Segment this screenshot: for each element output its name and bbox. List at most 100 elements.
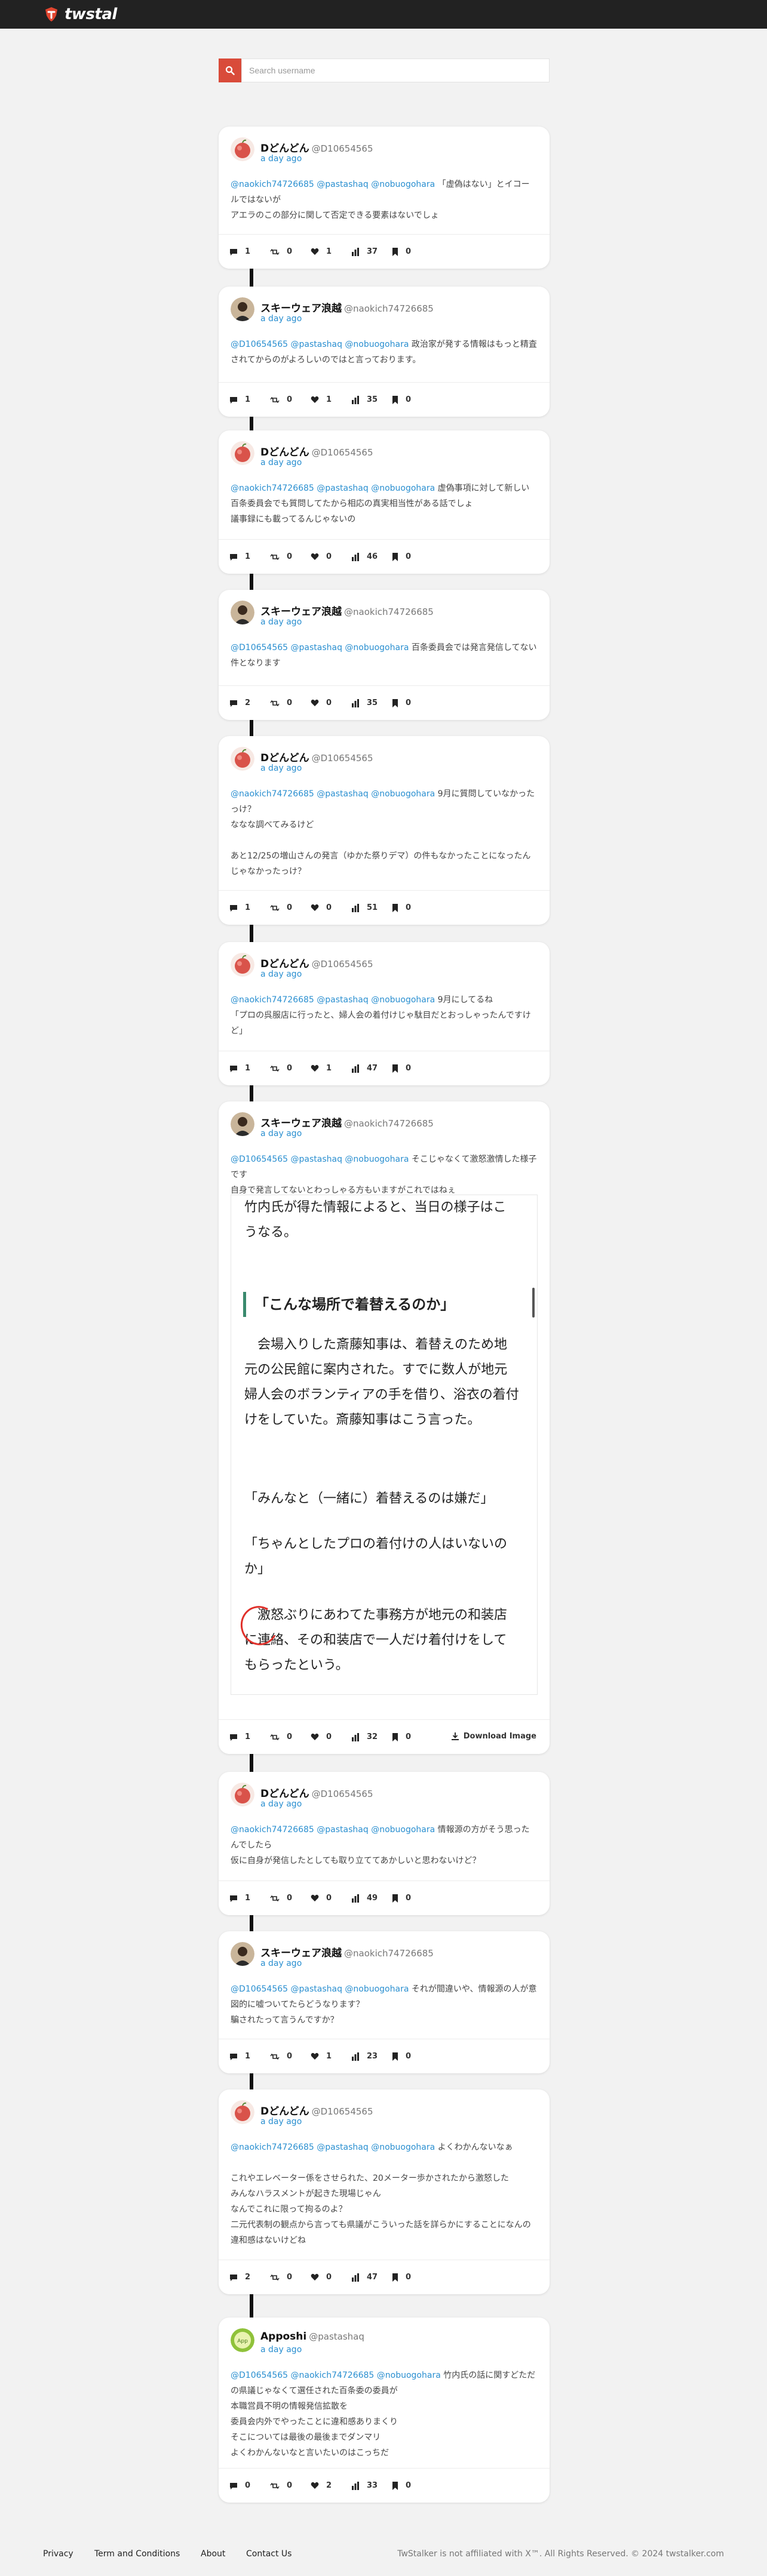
action-bookmarks[interactable]: 0	[392, 2481, 432, 2490]
footer-link-privacy[interactable]: Privacy	[43, 2549, 73, 2559]
avatar[interactable]	[231, 2100, 254, 2124]
action-retweets[interactable]: 0	[270, 1064, 311, 1073]
author-handle[interactable]: @naokich74726685	[344, 1118, 434, 1129]
action-replies[interactable]: 2	[229, 2273, 270, 2282]
avatar[interactable]	[231, 1112, 254, 1136]
action-retweets[interactable]: 0	[270, 698, 311, 707]
action-views[interactable]: 46	[351, 552, 392, 561]
action-bookmarks[interactable]: 0	[392, 552, 432, 561]
action-likes[interactable]: 0	[311, 2273, 351, 2282]
tweet-time[interactable]: a day ago	[260, 617, 302, 627]
author-name[interactable]: Apposhi	[260, 2331, 306, 2343]
avatar[interactable]	[231, 441, 254, 465]
author-name[interactable]: スキーウェア浪越	[260, 606, 342, 618]
action-retweets[interactable]: 0	[270, 903, 311, 912]
author-name[interactable]: Dどんどん	[260, 1788, 309, 1800]
author-handle[interactable]: @D10654565	[312, 143, 373, 154]
action-replies[interactable]: 1	[229, 1064, 270, 1073]
action-replies[interactable]: 1	[229, 2052, 270, 2061]
action-bookmarks[interactable]: 0	[392, 2052, 432, 2061]
avatar[interactable]	[231, 297, 254, 321]
action-likes[interactable]: 0	[311, 1894, 351, 1903]
action-views[interactable]: 35	[351, 395, 392, 404]
tweet-time[interactable]: a day ago	[260, 970, 302, 979]
action-retweets[interactable]: 0	[270, 552, 311, 561]
author-name[interactable]: Dどんどん	[260, 2106, 309, 2118]
tweet-time[interactable]: a day ago	[260, 458, 302, 467]
action-replies[interactable]: 1	[229, 552, 270, 561]
tweet-mentions[interactable]: @naokich74726685 @pastashaq @nobuogohara	[231, 1825, 435, 1835]
action-likes[interactable]: 1	[311, 2052, 351, 2061]
tweet-time[interactable]: a day ago	[260, 2345, 302, 2355]
action-likes[interactable]: 1	[311, 1064, 351, 1073]
action-replies[interactable]: 0	[229, 2481, 270, 2490]
tweet-mentions[interactable]: @D10654565 @pastashaq @nobuogohara	[231, 643, 409, 653]
action-likes[interactable]: 2	[311, 2481, 351, 2490]
action-likes[interactable]: 0	[311, 1732, 351, 1741]
action-retweets[interactable]: 0	[270, 395, 311, 404]
tweet-mentions[interactable]: @naokich74726685 @pastashaq @nobuogohara	[231, 484, 435, 493]
footer-link-contact[interactable]: Contact Us	[246, 2549, 292, 2559]
action-retweets[interactable]: 0	[270, 2481, 311, 2490]
author-handle[interactable]: @D10654565	[312, 447, 373, 458]
action-views[interactable]: 33	[351, 2481, 392, 2490]
author-handle[interactable]: @D10654565	[312, 1789, 373, 1799]
tweet-mentions[interactable]: @naokich74726685 @pastashaq @nobuogohara	[231, 995, 435, 1005]
article-scrollbar[interactable]	[532, 1288, 535, 1318]
tweet-mentions[interactable]: @D10654565 @pastashaq @nobuogohara	[231, 1984, 409, 1994]
action-retweets[interactable]: 0	[270, 247, 311, 256]
action-likes[interactable]: 1	[311, 395, 351, 404]
action-views[interactable]: 47	[351, 2273, 392, 2282]
author-name[interactable]: スキーウェア浪越	[260, 1947, 342, 1959]
logo[interactable]: twstal	[43, 5, 117, 23]
author-handle[interactable]: @pastashaq	[309, 2331, 364, 2342]
avatar[interactable]	[231, 601, 254, 624]
action-bookmarks[interactable]: 0	[392, 1894, 432, 1903]
search-input[interactable]	[241, 59, 550, 82]
footer-link-about[interactable]: About	[201, 2549, 225, 2559]
download-image-button[interactable]: Download Image	[451, 1732, 536, 1741]
avatar[interactable]	[231, 953, 254, 977]
tweet-mentions[interactable]: @naokich74726685 @pastashaq @nobuogohara	[231, 180, 435, 189]
tweet-time[interactable]: a day ago	[260, 154, 302, 164]
action-replies[interactable]: 1	[229, 1894, 270, 1903]
action-likes[interactable]: 1	[311, 247, 351, 256]
action-bookmarks[interactable]: 0	[392, 698, 432, 707]
tweet-time[interactable]: a day ago	[260, 2117, 302, 2126]
action-bookmarks[interactable]: 0	[392, 395, 432, 404]
avatar[interactable]	[231, 1942, 254, 1966]
author-handle[interactable]: @D10654565	[312, 753, 373, 764]
action-replies[interactable]: 2	[229, 698, 270, 707]
author-name[interactable]: スキーウェア浪越	[260, 1118, 342, 1129]
author-name[interactable]: Dどんどん	[260, 752, 309, 764]
author-name[interactable]: Dどんどん	[260, 447, 309, 458]
action-retweets[interactable]: 0	[270, 1732, 311, 1741]
action-retweets[interactable]: 0	[270, 1894, 311, 1903]
action-views[interactable]: 51	[351, 903, 392, 912]
author-handle[interactable]: @naokich74726685	[344, 607, 434, 617]
action-views[interactable]: 37	[351, 247, 392, 256]
tweet-time[interactable]: a day ago	[260, 1959, 302, 1968]
action-bookmarks[interactable]: 0	[392, 1732, 432, 1741]
action-views[interactable]: 23	[351, 2052, 392, 2061]
action-likes[interactable]: 0	[311, 903, 351, 912]
action-views[interactable]: 49	[351, 1894, 392, 1903]
avatar[interactable]	[231, 1783, 254, 1806]
tweet-mentions[interactable]: @naokich74726685 @pastashaq @nobuogohara	[231, 2143, 435, 2152]
author-name[interactable]: Dどんどん	[260, 143, 309, 155]
tweet-mentions[interactable]: @D10654565 @naokich74726685 @nobuogohara	[231, 2371, 441, 2380]
avatar[interactable]: App	[231, 2328, 254, 2352]
action-bookmarks[interactable]: 0	[392, 2273, 432, 2282]
action-retweets[interactable]: 0	[270, 2273, 311, 2282]
action-likes[interactable]: 0	[311, 552, 351, 561]
avatar[interactable]	[231, 137, 254, 161]
action-bookmarks[interactable]: 0	[392, 247, 432, 256]
author-handle[interactable]: @D10654565	[312, 2106, 373, 2117]
author-name[interactable]: スキーウェア浪越	[260, 303, 342, 315]
action-views[interactable]: 32	[351, 1732, 392, 1741]
action-replies[interactable]: 1	[229, 395, 270, 404]
action-likes[interactable]: 0	[311, 698, 351, 707]
author-name[interactable]: Dどんどん	[260, 958, 309, 970]
action-bookmarks[interactable]: 0	[392, 903, 432, 912]
action-bookmarks[interactable]: 0	[392, 1064, 432, 1073]
